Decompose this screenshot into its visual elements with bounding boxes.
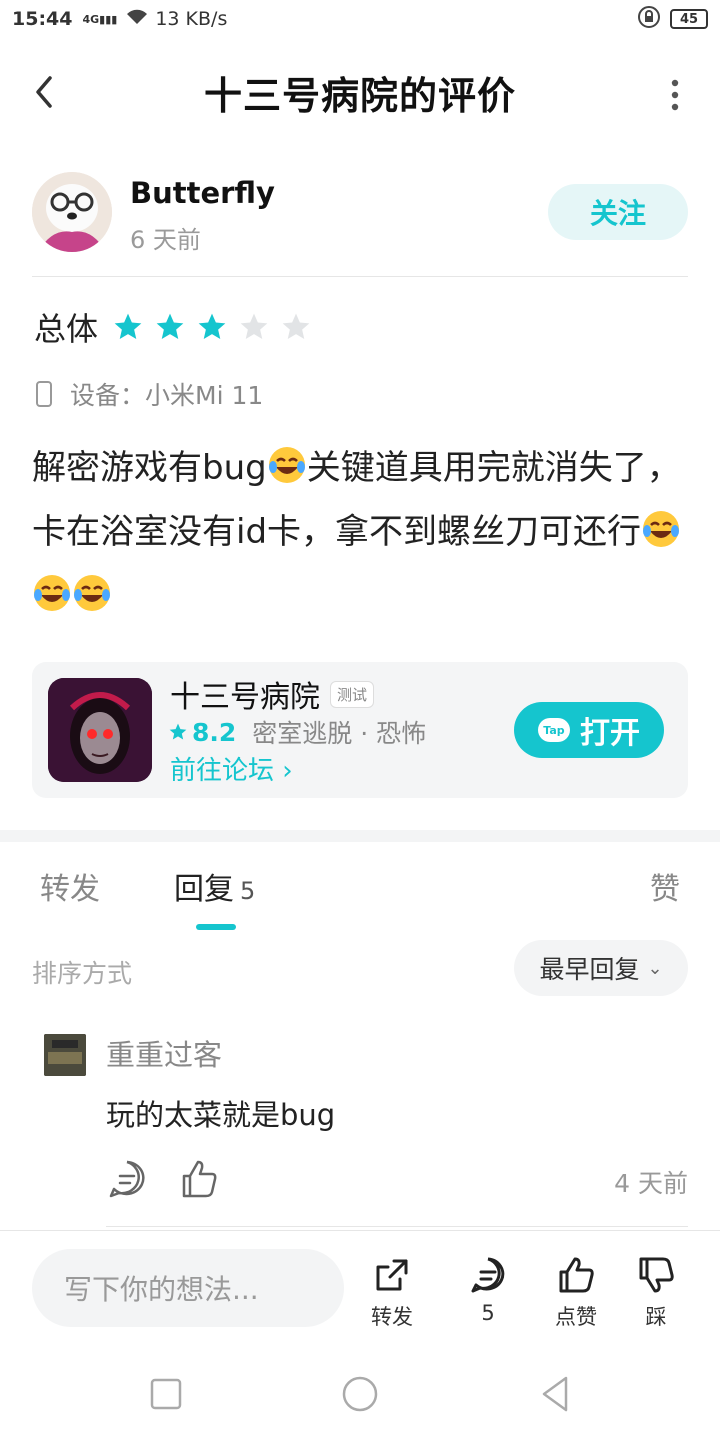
- review-part1: 解密游戏有bug: [32, 448, 267, 488]
- tap-logo-icon: Tap: [538, 718, 570, 742]
- share-icon: [376, 1259, 408, 1291]
- game-card[interactable]: 十三号病院 测试 8.2 密室逃脱 · 恐怖 前往论坛 › Tap 打开: [32, 662, 688, 798]
- system-nav-bar: [0, 1350, 720, 1440]
- game-name[interactable]: 十三号病院: [170, 672, 320, 716]
- comment-actions: 4 天前: [106, 1158, 688, 1202]
- comment-text: 玩的太菜就是bug: [106, 1098, 336, 1132]
- tab-reply[interactable]: 回复 5: [174, 864, 255, 908]
- comment-icon: [471, 1257, 505, 1293]
- star-filled-icon: [198, 313, 226, 339]
- network-speed: 13 KB/s: [155, 8, 228, 30]
- like-button[interactable]: 点赞: [536, 1255, 616, 1335]
- forum-link[interactable]: 前往论坛 ›: [170, 750, 293, 787]
- test-tag: 测试: [330, 680, 375, 708]
- device-info: 设备：小米Mi 11: [36, 376, 263, 412]
- share-button[interactable]: 转发: [352, 1255, 432, 1335]
- game-name-row: 十三号病院 测试: [170, 672, 375, 716]
- follow-button[interactable]: 关注: [548, 184, 688, 240]
- sort-row: 排序方式 最早回复 ⌄: [32, 940, 688, 996]
- reply-count: 5: [240, 877, 256, 905]
- tab-likes[interactable]: 赞: [650, 864, 680, 908]
- back-nav-icon[interactable]: [536, 1374, 576, 1414]
- home-icon[interactable]: [340, 1374, 380, 1414]
- author-name[interactable]: Butterfly: [130, 176, 275, 210]
- game-genres: 密室逃脱 · 恐怖: [252, 719, 427, 748]
- wifi-icon: [125, 8, 149, 31]
- thumbs-down-icon: [639, 1257, 674, 1293]
- section-gap: [0, 830, 720, 842]
- game-meta: 8.2 密室逃脱 · 恐怖: [168, 714, 426, 750]
- phone-icon: [36, 381, 52, 407]
- avatar[interactable]: [32, 172, 112, 252]
- recents-icon[interactable]: [146, 1374, 186, 1414]
- thumbs-up-icon: [559, 1257, 594, 1293]
- laughing-crying-emoji-icon: [268, 447, 305, 483]
- open-game-button[interactable]: Tap 打开: [514, 702, 664, 758]
- signal-icon: 4G▮▮▮: [82, 12, 118, 26]
- star-empty-icon: [240, 313, 268, 339]
- divider: [106, 1226, 688, 1227]
- device-text: 设备：小米Mi 11: [70, 381, 264, 410]
- star-icon: [169, 723, 187, 740]
- comment-input[interactable]: 写下你的想法...: [32, 1249, 344, 1327]
- top-bar: 十三号病院的评价: [0, 56, 720, 128]
- star-filled-icon: [114, 313, 142, 339]
- star-empty-icon: [282, 313, 310, 339]
- status-bar: 15:44 4G▮▮▮ 13 KB/s 45: [0, 0, 720, 38]
- chevron-right-icon: ›: [282, 756, 293, 786]
- comment-time: 4 天前: [614, 1169, 688, 1198]
- post-time: 6 天前: [130, 226, 201, 254]
- rating-label: 总体: [34, 310, 99, 348]
- star-filled-icon: [156, 313, 184, 339]
- page-title: 十三号病院的评价: [203, 73, 516, 118]
- tab-indicator: [196, 924, 236, 930]
- dislike-button[interactable]: 踩: [616, 1255, 696, 1335]
- divider: [32, 276, 688, 277]
- reply-icon[interactable]: [106, 1158, 148, 1200]
- laughing-crying-emoji-icon: [34, 575, 70, 611]
- back-icon[interactable]: [26, 72, 66, 112]
- chevron-down-icon: ⌄: [647, 957, 663, 979]
- laughing-crying-emoji-icon: [74, 575, 110, 611]
- author-row: Butterfly 6 天前 关注: [32, 172, 688, 254]
- overall-rating: 总体: [34, 304, 312, 350]
- more-icon[interactable]: [670, 78, 680, 112]
- game-score: 8.2: [168, 718, 236, 747]
- bottom-bar: 写下你的想法... 转发 5 点赞 踩: [0, 1230, 720, 1340]
- battery-icon: 45: [670, 9, 708, 29]
- lock-icon: [638, 5, 660, 33]
- comments-button[interactable]: 5: [448, 1255, 528, 1335]
- status-time: 15:44: [12, 8, 73, 30]
- tab-bar: 转发 回复 5 赞: [0, 864, 720, 930]
- review-text: 解密游戏有bug 关键道具用完就消失了，卡在浴室没有id卡，拿不到螺丝刀可还行: [32, 436, 692, 628]
- thumbs-up-icon[interactable]: [178, 1158, 220, 1200]
- sort-dropdown[interactable]: 最早回复 ⌄: [514, 940, 688, 996]
- game-icon[interactable]: [48, 678, 152, 782]
- tab-repost[interactable]: 转发: [40, 864, 100, 908]
- commenter-avatar[interactable]: [44, 1034, 86, 1076]
- rating-stars: [112, 311, 312, 343]
- laughing-crying-emoji-icon: [643, 511, 680, 547]
- commenter-name[interactable]: 重重过客: [106, 1032, 222, 1074]
- sort-label: 排序方式: [32, 959, 133, 988]
